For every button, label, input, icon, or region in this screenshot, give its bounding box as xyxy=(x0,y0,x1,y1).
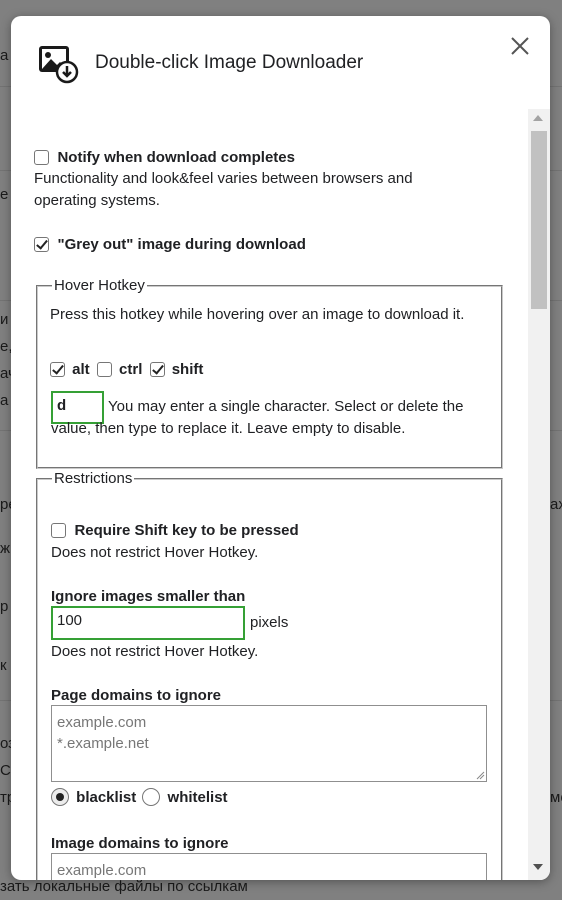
hotkey-help: You may enter a single character. Select… xyxy=(51,398,464,437)
background-text: ж xyxy=(0,540,11,557)
scroll-up-arrow-icon[interactable] xyxy=(533,115,543,121)
background-text: а xyxy=(0,392,9,409)
grey-out-checkbox[interactable] xyxy=(34,237,49,252)
close-icon[interactable] xyxy=(507,33,533,59)
notify-option[interactable]: Notify when download completes xyxy=(34,149,295,167)
image-download-icon xyxy=(39,46,79,84)
scrollbar[interactable] xyxy=(528,109,550,880)
ctrl-checkbox[interactable] xyxy=(96,362,112,377)
grey-out-label: "Grey out" image during download xyxy=(57,236,306,253)
require-shift-label: Require Shift key to be pressed xyxy=(74,522,299,539)
notify-description: Functionality and look&feel varies betwe… xyxy=(34,170,413,209)
page-domains-textarea[interactable]: example.com *.example.net xyxy=(51,705,487,782)
resize-grip-icon[interactable] xyxy=(475,770,485,780)
min-size-unit: pixels xyxy=(250,614,289,631)
grey-out-option[interactable]: "Grey out" image during download xyxy=(34,236,306,254)
image-domains-textarea[interactable]: example.com *.example.net xyxy=(51,853,487,880)
blacklist-label: blacklist xyxy=(76,789,137,806)
require-shift-option[interactable]: Require Shift key to be pressed xyxy=(51,522,299,540)
alt-checkbox[interactable] xyxy=(50,362,65,377)
background-text: а xyxy=(0,47,9,64)
page-domains-mode: blacklist whitelist xyxy=(51,788,228,806)
scroll-down-arrow-icon[interactable] xyxy=(533,864,543,870)
ctrl-label: ctrl xyxy=(119,361,143,378)
require-shift-note: Does not restrict Hover Hotkey. xyxy=(51,544,259,561)
dialog-header: Double-click Image Downloader xyxy=(11,16,550,112)
restrictions-legend: Restrictions xyxy=(54,470,133,487)
notify-checkbox[interactable] xyxy=(34,150,49,165)
notify-label: Notify when download completes xyxy=(57,149,295,166)
blacklist-radio[interactable] xyxy=(51,788,69,806)
background-text: С xyxy=(0,762,11,779)
hover-hotkey-description: Press this hotkey while hovering over an… xyxy=(50,306,465,323)
background-text: р xyxy=(0,598,9,615)
scrollbar-thumb[interactable] xyxy=(531,131,547,309)
background-text: к xyxy=(0,657,7,674)
shift-label: shift xyxy=(171,361,204,378)
require-shift-checkbox[interactable] xyxy=(51,523,66,538)
shift-checkbox[interactable] xyxy=(149,362,165,377)
background-text: ме xyxy=(550,789,562,806)
whitelist-radio[interactable] xyxy=(142,788,161,806)
whitelist-label: whitelist xyxy=(167,789,228,806)
background-text: е xyxy=(0,186,9,203)
min-size-note: Does not restrict Hover Hotkey. xyxy=(51,643,259,660)
min-size-label: Ignore images smaller than xyxy=(51,588,246,605)
options-scroll-area: Notify when download completes Functiona… xyxy=(11,109,528,880)
options-dialog: Double-click Image Downloader Notify whe… xyxy=(11,16,550,880)
modifier-row: alt ctrl shift xyxy=(50,361,203,378)
hover-hotkey-legend: Hover Hotkey xyxy=(54,277,145,294)
background-bottom-text: зать локальные файлы по ссылкам xyxy=(0,878,248,895)
alt-label: alt xyxy=(72,361,90,378)
min-size-input[interactable]: 100 xyxy=(51,606,245,640)
dialog-title: Double-click Image Downloader xyxy=(95,52,364,73)
background-text: ах xyxy=(550,496,562,513)
background-text: и xyxy=(0,311,9,328)
image-domains-label: Image domains to ignore xyxy=(51,835,229,852)
page-domains-label: Page domains to ignore xyxy=(51,687,222,704)
